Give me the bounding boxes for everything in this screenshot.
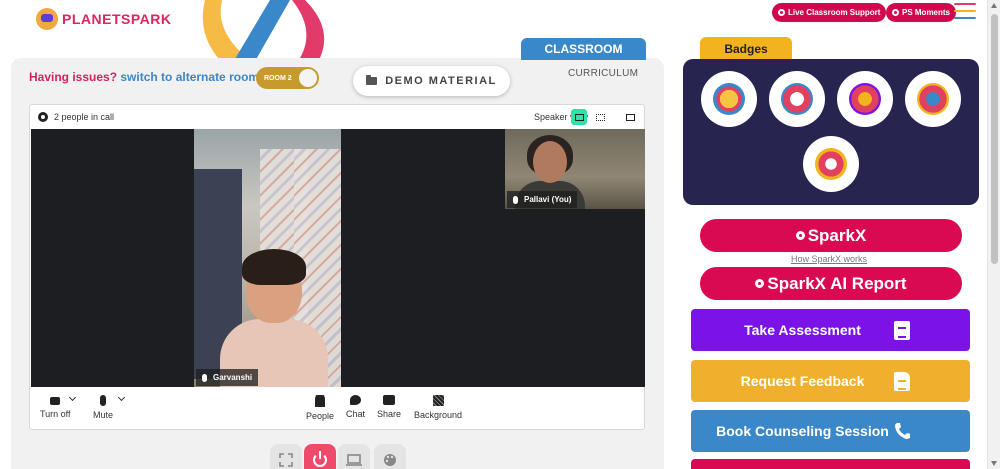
tab-curriculum[interactable]: CURRICULUM <box>568 68 638 79</box>
fullscreen-button[interactable] <box>270 444 302 469</box>
planet-logo-icon <box>36 8 58 30</box>
people-count: 2 people in call <box>54 112 115 122</box>
chat-icon <box>350 395 361 405</box>
self-video-pip[interactable]: Pallavi (You) <box>505 129 645 209</box>
document-icon <box>894 371 910 391</box>
lock-badge-icon[interactable] <box>905 71 961 127</box>
sparkx-ai-report-label: SparkX AI Report <box>767 273 907 293</box>
issues-message: Having issues? switch to alternate room <box>29 70 259 84</box>
mic-options-chevron-icon[interactable] <box>117 393 126 402</box>
robot-badge-icon[interactable] <box>803 136 859 192</box>
page-root: PLANETSPARK Live Classroom Support PS Mo… <box>0 0 1000 469</box>
more-action-button[interactable] <box>691 459 970 469</box>
take-assessment-button[interactable]: Take Assessment <box>691 309 970 351</box>
tab-classroom[interactable]: CLASSROOM <box>521 38 646 60</box>
participant-name-tag: Garvanshi <box>196 369 259 386</box>
camera-toggle-button[interactable]: Turn off <box>40 395 71 419</box>
brand-name: PLANETSPARK <box>62 11 172 27</box>
gear-icon[interactable] <box>38 112 48 122</box>
background-label: Background <box>414 410 463 420</box>
issues-prefix: Having issues? <box>29 70 118 84</box>
self-name: Pallavi (You) <box>524 195 572 204</box>
end-class-button[interactable] <box>304 444 336 469</box>
request-feedback-button[interactable]: Request Feedback <box>691 360 970 402</box>
book-counseling-label: Book Counseling Session <box>716 423 889 439</box>
speaker-view-icon[interactable] <box>571 109 587 125</box>
trophy-badge-icon[interactable] <box>701 71 757 127</box>
page-scrollbar[interactable] <box>987 0 1000 469</box>
video-call-window: 2 people in call Speaker view Garvanshi <box>29 104 645 430</box>
palette-icon <box>384 454 396 466</box>
chat-button[interactable]: Chat <box>346 395 365 419</box>
chat-label: Chat <box>346 409 366 419</box>
sparkx-report-icon <box>755 279 765 288</box>
grid-view-icon[interactable] <box>592 109 608 125</box>
people-icon <box>315 395 326 407</box>
live-classroom-support-button[interactable]: Live Classroom Support <box>772 3 887 22</box>
clipboard-icon <box>894 320 910 340</box>
ps-moments-button[interactable]: PS Moments <box>886 3 957 22</box>
video-camera-icon <box>50 397 61 405</box>
scrollbar-thumb[interactable] <box>991 14 998 264</box>
demo-material-label: DEMO MATERIAL <box>385 75 497 87</box>
people-button[interactable]: People <box>306 395 334 421</box>
rocket-badge-icon[interactable] <box>837 71 893 127</box>
sparkx-icon <box>795 231 805 240</box>
laptop-icon <box>346 454 362 466</box>
room-toggle[interactable]: ROOM 2 <box>256 67 319 89</box>
sparkx-label: SparkX <box>807 225 867 245</box>
microphone-icon <box>100 395 106 406</box>
planetspark-logo[interactable]: PLANETSPARK <box>36 8 171 30</box>
turn-off-label: Turn off <box>40 409 71 419</box>
tab-badges[interactable]: Badges <box>700 37 792 61</box>
sparkx-button[interactable]: SparkX <box>700 219 962 252</box>
screen-button[interactable] <box>338 444 370 469</box>
room-toggle-label: ROOM 2 <box>264 74 292 82</box>
live-support-label: Live Classroom Support <box>788 8 881 17</box>
take-assessment-label: Take Assessment <box>744 322 861 338</box>
participant-name: Garvanshi <box>213 373 253 382</box>
hamburger-menu-icon[interactable] <box>954 3 976 21</box>
fist-badge-icon[interactable] <box>769 71 825 127</box>
share-screen-icon <box>383 395 396 405</box>
share-button[interactable]: Share <box>377 395 401 419</box>
pip-view-icon[interactable] <box>622 109 638 125</box>
book-counseling-button[interactable]: Book Counseling Session <box>691 410 970 452</box>
video-stage: Garvanshi Pallavi (You) <box>31 129 645 387</box>
sparkx-ai-report-button[interactable]: SparkX AI Report <box>700 267 962 300</box>
how-sparkx-works-link[interactable]: How SparkX works <box>791 254 867 264</box>
share-label: Share <box>377 409 402 419</box>
self-name-tag: Pallavi (You) <box>507 191 578 208</box>
folder-icon <box>366 75 378 85</box>
background-button[interactable]: Background <box>414 395 462 420</box>
request-feedback-label: Request Feedback <box>740 373 865 389</box>
ps-moments-label: PS Moments <box>902 8 951 17</box>
fullscreen-icon <box>279 453 293 467</box>
participant-video-main: Garvanshi <box>194 129 341 387</box>
demo-material-button[interactable]: DEMO MATERIAL <box>353 66 510 96</box>
people-label: People <box>306 411 335 421</box>
call-controls: Turn off Mute People Chat Share Backgrou… <box>30 387 644 431</box>
background-icon <box>432 395 444 406</box>
scroll-up-icon[interactable] <box>991 3 997 8</box>
whiteboard-button[interactable] <box>374 444 406 469</box>
badges-panel <box>683 59 979 205</box>
mute-button[interactable]: Mute <box>93 395 113 420</box>
phone-icon <box>895 422 910 439</box>
mic-icon <box>513 195 518 204</box>
power-icon <box>313 451 327 467</box>
toggle-knob <box>299 69 317 87</box>
support-icon <box>778 9 785 16</box>
moments-icon <box>892 9 899 16</box>
mic-icon <box>202 373 207 382</box>
switch-room-link[interactable]: switch to alternate room <box>120 70 259 84</box>
scroll-down-icon[interactable] <box>991 461 997 466</box>
mute-label: Mute <box>93 410 114 420</box>
